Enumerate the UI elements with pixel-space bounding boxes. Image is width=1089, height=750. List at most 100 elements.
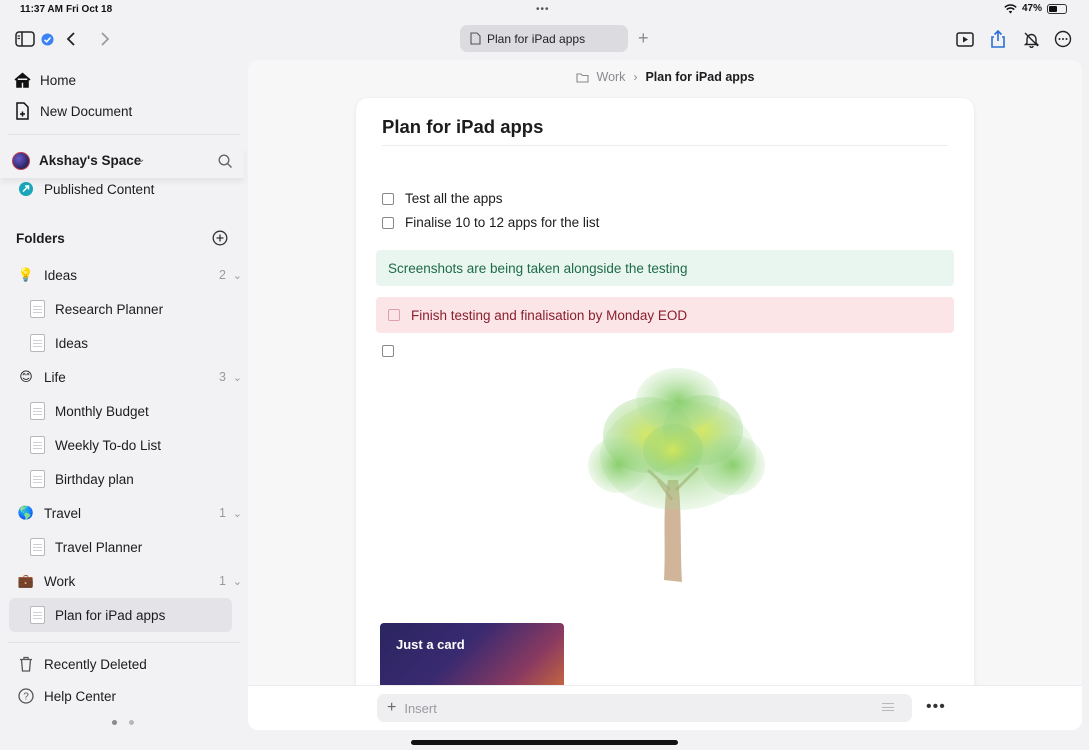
document-label: Research Planner [55, 301, 164, 317]
card-title: Just a card [396, 637, 465, 652]
folder-label: Travel [44, 505, 82, 521]
house-icon [12, 70, 32, 90]
checkbox[interactable] [382, 192, 394, 205]
bottom-bar: + Insert ••• [248, 685, 1082, 730]
insert-field[interactable]: + Insert [377, 694, 912, 722]
tab-title: Plan for iPad apps [487, 31, 586, 46]
folder-travel[interactable]: 🌎 Travel 1 ⌄ [16, 498, 260, 528]
document-label: Birthday plan [55, 471, 134, 487]
document-icon [470, 32, 481, 45]
chevron-down-icon: ⌄ [137, 154, 146, 165]
share-icon[interactable] [987, 28, 1009, 50]
breadcrumb-folder[interactable]: Work [597, 70, 626, 84]
document-item[interactable]: Monthly Budget [30, 396, 274, 426]
folder-life[interactable]: 😊 Life 3 ⌄ [16, 362, 260, 392]
status-bar: 11:37 AM Fri Oct 18 ••• 47% [0, 0, 1089, 20]
document-item[interactable]: Travel Planner [30, 532, 274, 562]
sidebar-item-recently-deleted[interactable]: Recently Deleted [16, 649, 260, 679]
red-callout: Finish testing and finalisation by Monda… [376, 297, 954, 333]
sidebar-item-label: Home [40, 72, 77, 88]
divider [8, 642, 240, 643]
checklist-text[interactable]: Finalise 10 to 12 apps for the list [405, 215, 599, 230]
document-item[interactable]: Ideas [30, 328, 274, 358]
tree-drawing[interactable] [578, 350, 778, 595]
document-label: Monthly Budget [55, 403, 149, 419]
sidebar-item-help-center[interactable]: ? Help Center [16, 681, 260, 711]
wifi-icon [1004, 3, 1017, 13]
space-switcher[interactable]: Akshay's Space ⌄ [0, 146, 244, 178]
checklist-text[interactable]: Test all the apps [405, 191, 503, 206]
sync-badge-icon [36, 28, 58, 50]
new-tab-button[interactable]: + [638, 28, 649, 49]
folder-ideas[interactable]: 💡 Ideas 2 ⌄ [16, 260, 260, 290]
document-thumbnail-icon [30, 334, 45, 352]
document-thumbnail-icon [30, 606, 45, 624]
globe-icon: 🌎 [17, 505, 35, 520]
new-document-icon [12, 101, 32, 121]
status-date: Fri Oct 18 [66, 4, 113, 15]
more-options-icon[interactable] [1052, 28, 1074, 50]
space-avatar [12, 152, 30, 170]
folder-label: Work [44, 573, 76, 589]
present-icon[interactable] [954, 28, 976, 50]
checklist-item: Finalise 10 to 12 apps for the list [382, 215, 599, 230]
sidebar-item-new-document[interactable]: New Document [12, 96, 256, 126]
battery-level [1049, 5, 1057, 12]
folder-count: 3 [219, 370, 226, 384]
main-panel: Work › Plan for iPad apps Plan for iPad … [248, 60, 1082, 730]
document-page[interactable]: Plan for iPad apps Test all the apps Fin… [356, 98, 974, 730]
document-item[interactable]: Research Planner [30, 294, 274, 324]
published-icon [16, 179, 36, 199]
back-chevron-icon[interactable] [60, 28, 82, 50]
insert-placeholder: Insert [404, 700, 437, 716]
document-thumbnail-icon [30, 470, 45, 488]
green-callout[interactable]: Screenshots are being taken alongside th… [376, 250, 954, 286]
sidebar-item-label: New Document [40, 103, 133, 119]
status-right: 47% [1004, 3, 1067, 14]
document-label: Weekly To-do List [55, 437, 162, 453]
document-item[interactable]: Weekly To-do List [30, 430, 274, 460]
svg-text:?: ? [23, 692, 29, 703]
plus-icon: + [387, 699, 397, 716]
more-button[interactable]: ••• [926, 698, 946, 716]
chevron-down-icon[interactable]: ⌄ [233, 507, 242, 520]
battery-percent: 47% [1021, 3, 1042, 14]
red-callout-text[interactable]: Finish testing and finalisation by Monda… [411, 308, 687, 323]
multitasking-dots[interactable]: ••• [536, 4, 550, 15]
document-item-selected[interactable]: Plan for iPad apps [30, 600, 274, 630]
folders-heading-label: Folders [16, 230, 65, 246]
add-folder-icon[interactable] [212, 230, 228, 249]
chevron-right-icon: › [633, 70, 638, 84]
folder-label: Ideas [44, 267, 78, 283]
sidebar-toggle-icon[interactable] [14, 28, 36, 50]
home-indicator[interactable] [411, 740, 678, 745]
sidebar-item-home[interactable]: Home [12, 65, 256, 95]
notifications-off-icon[interactable] [1020, 28, 1042, 50]
sidebar-item-label: Help Center [44, 688, 117, 704]
folder-work[interactable]: 💼 Work 1 ⌄ [16, 566, 260, 596]
document-thumbnail-icon [30, 402, 45, 420]
document-title[interactable]: Plan for iPad apps [382, 116, 543, 138]
chevron-down-icon[interactable]: ⌄ [233, 371, 242, 384]
forward-chevron-icon[interactable] [94, 28, 116, 50]
space-name: Akshay's Space [39, 153, 142, 168]
sidebar-item-published[interactable]: Published Content [16, 174, 260, 204]
sidebar-item-label: Published Content [44, 181, 155, 197]
document-label: Ideas [55, 335, 89, 351]
breadcrumb: Work › Plan for iPad apps [248, 70, 1082, 84]
drag-handle-icon[interactable] [882, 703, 894, 711]
checkbox[interactable] [382, 345, 394, 357]
folders-heading: Folders [16, 223, 260, 253]
document-item[interactable]: Birthday plan [30, 464, 274, 494]
chevron-down-icon[interactable]: ⌄ [233, 575, 242, 588]
briefcase-icon: 💼 [17, 573, 35, 588]
checklist-item: Test all the apps [382, 191, 503, 206]
top-toolbar: Plan for iPad apps + [0, 22, 1089, 56]
chevron-down-icon[interactable]: ⌄ [233, 269, 242, 282]
document-tab[interactable]: Plan for iPad apps [460, 25, 628, 52]
page-dot [112, 720, 117, 725]
search-icon[interactable] [218, 154, 233, 174]
checkbox[interactable] [388, 309, 400, 321]
page-indicator[interactable] [112, 720, 134, 725]
checkbox[interactable] [382, 216, 394, 229]
